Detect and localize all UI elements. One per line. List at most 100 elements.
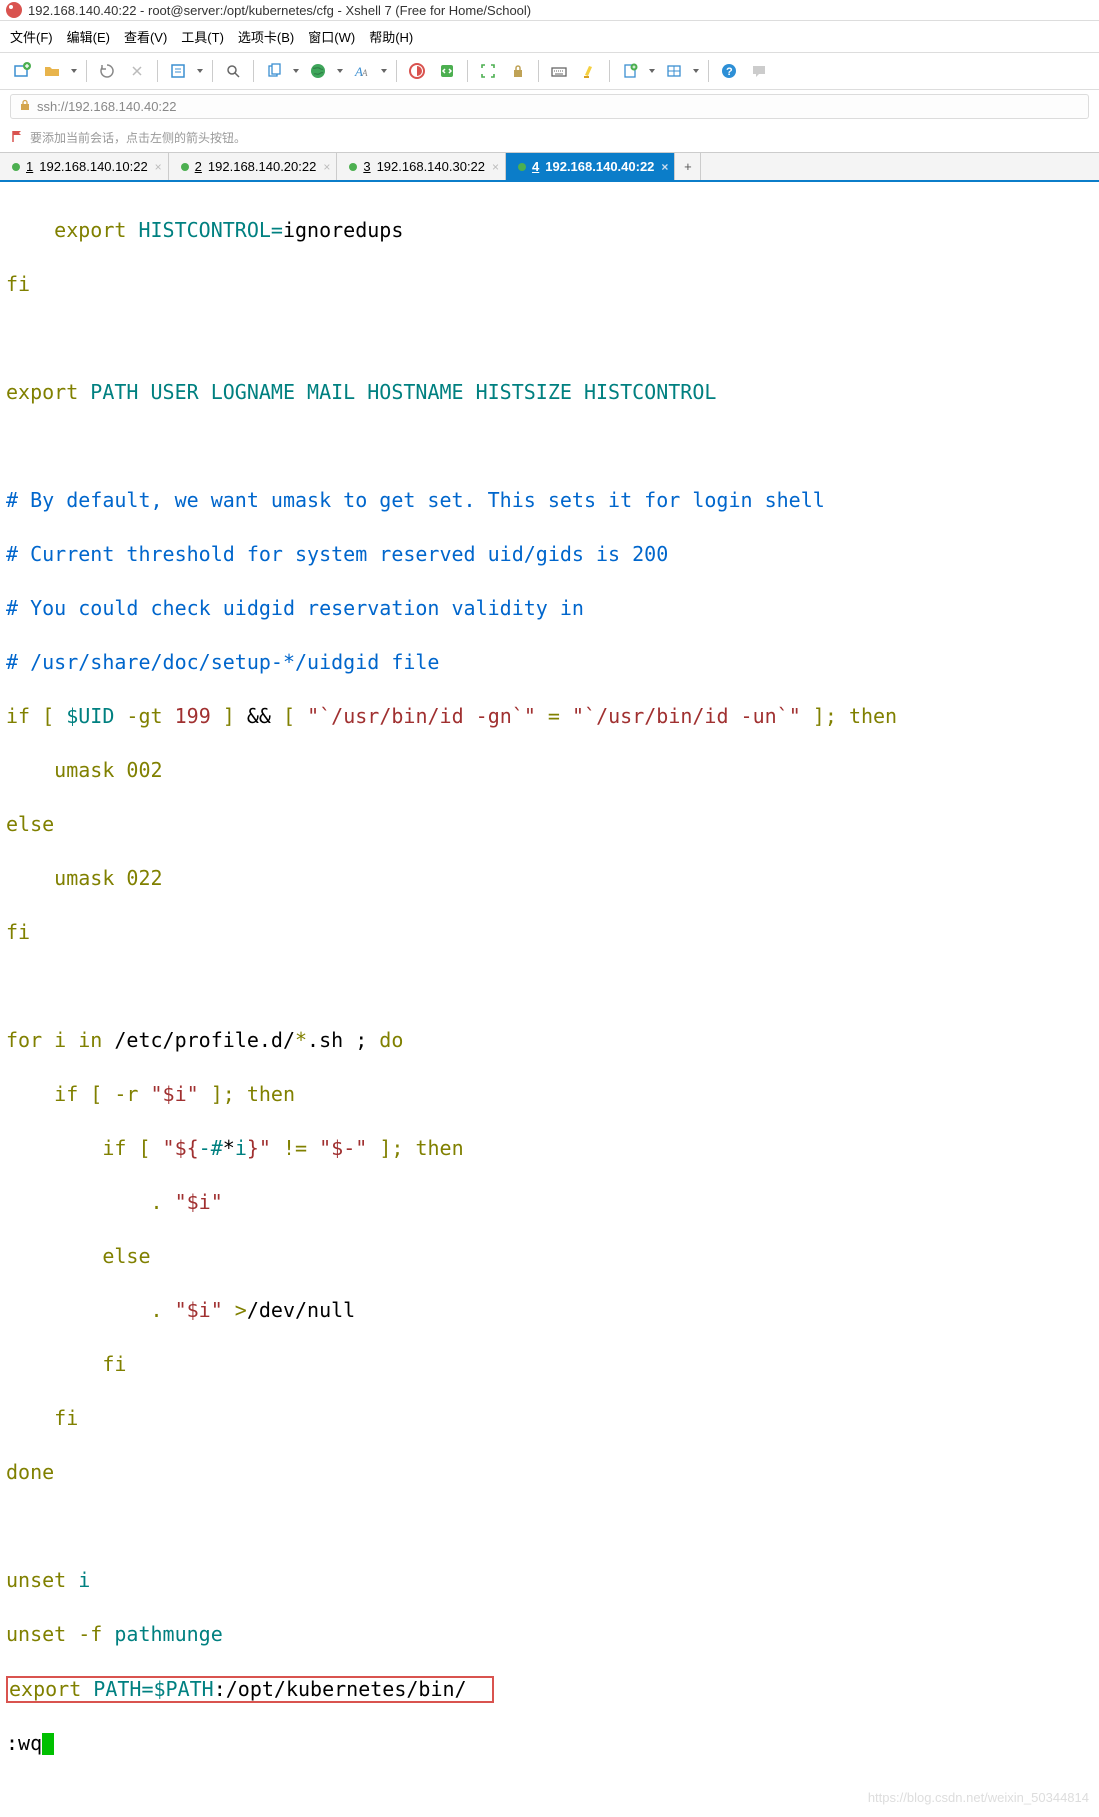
- code-keyword: unset: [6, 1622, 66, 1646]
- copy-dropdown[interactable]: [292, 59, 300, 83]
- code-string: "`/usr/bin/id -gn`": [307, 704, 536, 728]
- font-dropdown[interactable]: [380, 59, 388, 83]
- copy-icon[interactable]: [262, 59, 286, 83]
- tab-label: 192.168.140.10:22: [39, 159, 147, 174]
- toolbar-separator: [86, 60, 87, 82]
- keyboard-icon[interactable]: [547, 59, 571, 83]
- toolbar-separator: [467, 60, 468, 82]
- code-comment: # Current threshold for system reserved …: [6, 542, 668, 566]
- code-keyword: export: [6, 380, 78, 404]
- code-keyword: export: [6, 218, 126, 242]
- code-keyword: else: [6, 812, 54, 836]
- close-icon[interactable]: ×: [155, 160, 162, 174]
- menu-edit[interactable]: 编辑(E): [67, 27, 110, 46]
- code-text: ];: [367, 1136, 415, 1160]
- code-text: >: [223, 1298, 247, 1322]
- tab-index: 2: [195, 159, 202, 174]
- properties-icon[interactable]: [166, 59, 190, 83]
- session-tab-4[interactable]: 4 192.168.140.40:22 ×: [506, 153, 675, 180]
- code-text: ignoredups: [283, 218, 403, 242]
- code-keyword: unset: [6, 1568, 66, 1592]
- session-tab-3[interactable]: 3 192.168.140.30:22 ×: [337, 153, 506, 180]
- chat-icon[interactable]: [747, 59, 771, 83]
- xagent-icon[interactable]: [405, 59, 429, 83]
- code-text: i: [42, 1028, 78, 1052]
- properties-dropdown[interactable]: [196, 59, 204, 83]
- code-keyword: if: [6, 1136, 126, 1160]
- globe-icon[interactable]: [306, 59, 330, 83]
- toolbar-separator: [708, 60, 709, 82]
- code-number: 199: [175, 704, 211, 728]
- new-session-icon[interactable]: [10, 59, 34, 83]
- xshell-logo-icon: [6, 2, 22, 18]
- close-icon[interactable]: ×: [661, 160, 668, 174]
- add-tab-button[interactable]: +: [675, 153, 701, 180]
- newfile-dropdown[interactable]: [648, 59, 656, 83]
- code-keyword: export: [9, 1677, 81, 1701]
- menu-tab[interactable]: 选项卡(B): [238, 27, 294, 46]
- highlighted-line: export PATH=$PATH:/opt/kubernetes/bin/: [6, 1676, 494, 1703]
- layout-dropdown[interactable]: [692, 59, 700, 83]
- globe-dropdown[interactable]: [336, 59, 344, 83]
- menu-bar: 文件(F) 编辑(E) 查看(V) 工具(T) 选项卡(B) 窗口(W) 帮助(…: [0, 21, 1099, 53]
- lock-icon[interactable]: [506, 59, 530, 83]
- code-comment: # By default, we want umask to get set. …: [6, 488, 825, 512]
- disconnect-icon[interactable]: [125, 59, 149, 83]
- menu-tools[interactable]: 工具(T): [181, 27, 224, 46]
- address-input[interactable]: ssh://192.168.140.40:22: [10, 94, 1089, 119]
- code-text: umask 002: [6, 758, 163, 782]
- open-dropdown[interactable]: [70, 59, 78, 83]
- code-text: /etc/profile.d/: [102, 1028, 295, 1052]
- fullscreen-icon[interactable]: [476, 59, 500, 83]
- window-title: 192.168.140.40:22 - root@server:/opt/kub…: [28, 3, 531, 18]
- code-comment: # You could check uidgid reservation val…: [6, 596, 584, 620]
- code-text: /dev/null: [247, 1298, 355, 1322]
- info-bar: 要添加当前会话，点击左侧的箭头按钮。: [0, 123, 1099, 152]
- menu-window[interactable]: 窗口(W): [308, 27, 355, 46]
- code-keyword: do: [379, 1028, 403, 1052]
- code-comment: # /usr/share/doc/setup-*/uidgid file: [6, 650, 439, 674]
- toolbar-separator: [538, 60, 539, 82]
- layout-icon[interactable]: [662, 59, 686, 83]
- session-tab-1[interactable]: 1 192.168.140.10:22 ×: [0, 153, 169, 180]
- code-keyword: in: [78, 1028, 102, 1052]
- code-text: umask 022: [6, 866, 163, 890]
- reconnect-icon[interactable]: [95, 59, 119, 83]
- code-string: "$i": [175, 1298, 223, 1322]
- menu-help[interactable]: 帮助(H): [369, 27, 413, 46]
- menu-view[interactable]: 查看(V): [124, 27, 167, 46]
- search-icon[interactable]: [221, 59, 245, 83]
- code-keyword: then: [849, 704, 897, 728]
- vim-command: :wq: [6, 1731, 42, 1755]
- highlight-icon[interactable]: [577, 59, 601, 83]
- code-text: -gt: [114, 704, 174, 728]
- tab-index: 1: [26, 159, 33, 174]
- open-folder-icon[interactable]: [40, 59, 64, 83]
- new-file-icon[interactable]: [618, 59, 642, 83]
- code-text: .: [6, 1190, 175, 1214]
- code-keyword: if: [6, 704, 30, 728]
- toolbar-separator: [396, 60, 397, 82]
- code-string: "${: [163, 1136, 199, 1160]
- code-string: "$-": [319, 1136, 367, 1160]
- code-string: "$i": [175, 1190, 223, 1214]
- xftp-icon[interactable]: [435, 59, 459, 83]
- code-var: i: [66, 1568, 90, 1592]
- font-icon[interactable]: AA: [350, 59, 374, 83]
- help-icon[interactable]: ?: [717, 59, 741, 83]
- svg-text:?: ?: [726, 66, 733, 78]
- close-icon[interactable]: ×: [323, 160, 330, 174]
- menu-file[interactable]: 文件(F): [10, 27, 53, 46]
- code-text: [: [126, 1136, 162, 1160]
- status-dot-icon: [181, 163, 189, 171]
- code-text: ]: [211, 704, 247, 728]
- close-icon[interactable]: ×: [492, 160, 499, 174]
- session-tab-2[interactable]: 2 192.168.140.20:22 ×: [169, 153, 338, 180]
- code-string: "`/usr/bin/id -un`": [572, 704, 801, 728]
- code-text: [: [271, 704, 307, 728]
- code-keyword: if: [6, 1082, 78, 1106]
- code-text: ];: [801, 704, 849, 728]
- terminal-output[interactable]: export HISTCONTROL=ignoredups fi export …: [0, 182, 1099, 1817]
- toolbar-separator: [609, 60, 610, 82]
- code-var: PATH=: [81, 1677, 153, 1701]
